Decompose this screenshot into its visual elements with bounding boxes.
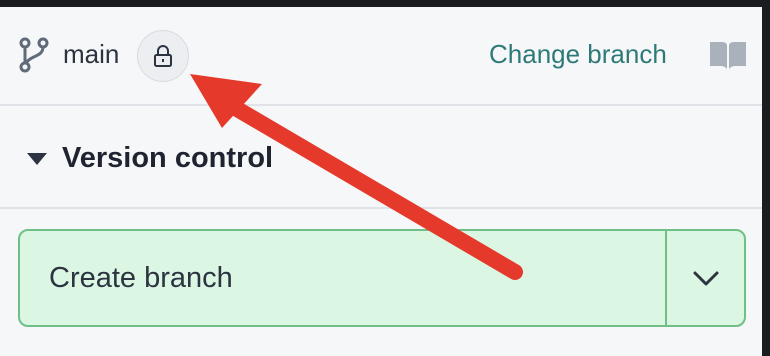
right-edge xyxy=(762,0,770,356)
branch-name: main xyxy=(63,39,120,69)
caret-down-icon xyxy=(27,153,47,165)
version-control-panel: main Change branch Version control Creat… xyxy=(0,0,770,356)
version-control-section-header[interactable]: Version control xyxy=(0,106,762,208)
book-icon[interactable] xyxy=(708,40,748,70)
create-branch-dropdown-button[interactable] xyxy=(667,231,744,325)
create-branch-split-button: Create branch xyxy=(18,229,746,327)
chevron-down-icon xyxy=(693,271,718,286)
lock-button[interactable] xyxy=(137,30,189,82)
branch-header: main Change branch xyxy=(0,7,762,105)
top-edge xyxy=(0,0,770,7)
section-title: Version control xyxy=(62,142,274,174)
lock-icon xyxy=(154,45,172,67)
git-branch-icon xyxy=(19,37,49,73)
create-branch-button[interactable]: Create branch xyxy=(20,231,667,325)
change-branch-link[interactable]: Change branch xyxy=(489,38,667,70)
divider xyxy=(0,207,762,209)
